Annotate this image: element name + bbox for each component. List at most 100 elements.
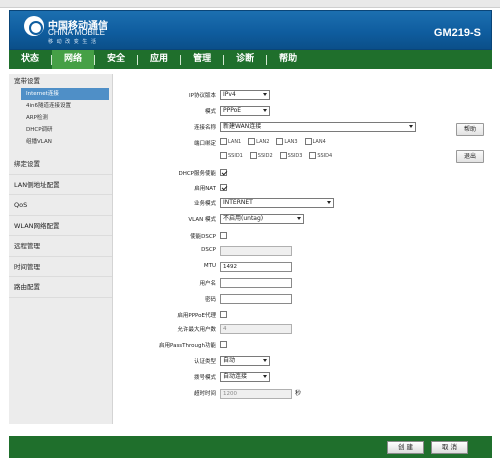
port-ssid4-checkbox[interactable] [309, 152, 317, 159]
auth-type-select[interactable]: 自动 [220, 356, 270, 366]
create-button[interactable]: 创 建 [387, 441, 424, 454]
nav-application[interactable]: 应用 [138, 50, 180, 69]
sidebar-item-4in6-tunnel[interactable]: 4in6隧道连接设置 [9, 100, 112, 112]
sidebar-item-multicast-vlan[interactable]: 组播VLAN [9, 136, 112, 148]
nav-diagnosis[interactable]: 诊断 [224, 50, 266, 69]
port-ssid3-option[interactable]: SSID3 [279, 152, 302, 159]
passthrough-checkbox[interactable] [220, 341, 227, 348]
chevron-down-icon [263, 109, 267, 112]
password-input[interactable] [220, 294, 292, 304]
sidebar-item-internet-connection[interactable]: Internet连接 [21, 88, 109, 100]
footer-bar: 创 建 取 消 [9, 436, 492, 458]
row-dial-mode: 拨号模式 自动连接 [120, 372, 492, 383]
sidebar-group-broadband[interactable]: 宽带设置 [9, 74, 112, 88]
passthrough-label: 启用PassThrough功能 [159, 343, 216, 349]
brand-name-en: CHINA MOBILE [48, 28, 105, 37]
dhcp-service-label: DHCP服务使能 [178, 171, 216, 177]
dhcp-service-checkbox[interactable] [220, 169, 227, 176]
dial-mode-select[interactable]: 自动连接 [220, 372, 270, 382]
logout-button[interactable]: 退出 [456, 150, 484, 163]
auth-type-label: 认证类型 [193, 359, 216, 365]
pppoe-proxy-checkbox[interactable] [220, 311, 227, 318]
chevron-down-icon [297, 217, 301, 220]
port-lan2-option[interactable]: LAN2 [248, 138, 269, 145]
port-binding-label: 端口绑定 [193, 141, 216, 147]
nav-security[interactable]: 安全 [95, 50, 137, 69]
sidebar-item-arp-detection[interactable]: ARP检测 [9, 112, 112, 124]
ip-version-value: IPv4 [223, 91, 236, 98]
row-dhcp-service: DHCP服务使能 [120, 168, 492, 179]
service-mode-select[interactable]: INTERNET [220, 198, 334, 208]
dial-mode-value: 自动连接 [223, 373, 248, 380]
row-dscp: DSCP [120, 246, 492, 257]
max-users-label: 允许最大用户数 [177, 327, 216, 333]
sidebar-group-time-management[interactable]: 时间管理 [9, 257, 112, 277]
row-auth-type: 认证类型 自动 [120, 356, 492, 367]
row-username: 用户名 [120, 278, 492, 289]
port-ssid4-label: SSID4 [317, 153, 333, 159]
port-lan4-label: LAN4 [312, 139, 326, 145]
username-input[interactable] [220, 278, 292, 288]
service-mode-label: 业务模式 [193, 201, 216, 207]
nav-management[interactable]: 管理 [181, 50, 223, 69]
vlan-mode-select[interactable]: 不启用(untag) [220, 214, 304, 224]
ip-version-select[interactable]: IPv4 [220, 90, 270, 100]
port-ssid3-checkbox[interactable] [279, 152, 287, 159]
port-lan4-checkbox[interactable] [304, 138, 312, 145]
port-ssid2-option[interactable]: SSID2 [249, 152, 273, 159]
sidebar-group-lan-address[interactable]: LAN侧地址配置 [9, 175, 112, 195]
enable-nat-checkbox[interactable] [220, 184, 227, 191]
sidebar-group-remote-management[interactable]: 远程管理 [9, 236, 112, 257]
port-ssid1-checkbox[interactable] [220, 152, 227, 159]
row-ip-version: IP协议版本 IPv4 [120, 90, 492, 101]
vlan-mode-value: 不启用(untag) [223, 215, 264, 222]
nav-help[interactable]: 帮助 [267, 50, 309, 69]
auth-type-value: 自动 [223, 357, 236, 364]
service-mode-value: INTERNET [223, 199, 253, 206]
password-label: 密码 [204, 297, 216, 303]
help-button[interactable]: 帮助 [456, 123, 484, 136]
nav-status[interactable]: 状态 [9, 50, 51, 69]
sidebar-group-qos[interactable]: QoS [9, 195, 112, 216]
dscp-input[interactable] [220, 246, 292, 256]
row-pppoe-proxy: 启用PPPoE代理 [120, 310, 492, 321]
mode-label: 模式 [204, 109, 216, 115]
port-lan1-checkbox[interactable] [220, 138, 227, 145]
enable-dscp-checkbox[interactable] [220, 232, 227, 239]
row-enable-dscp: 使能DSCP [120, 231, 492, 242]
port-ssid2-label: SSID2 [257, 153, 273, 159]
max-users-input[interactable]: 4 [220, 324, 292, 334]
mtu-input[interactable]: 1492 [220, 262, 292, 272]
cancel-button[interactable]: 取 消 [431, 441, 468, 454]
port-lan1-option[interactable]: LAN1 [220, 138, 241, 145]
mode-select[interactable]: PPPoE [220, 106, 270, 116]
header-banner: 中国移动通信 CHINA MOBILE 移 动 改 变 生 活 GM219-S [9, 10, 492, 50]
sidebar-group-wlan[interactable]: WLAN网络配置 [9, 216, 112, 236]
port-lan2-checkbox[interactable] [248, 138, 256, 145]
port-lan3-option[interactable]: LAN3 [276, 138, 298, 145]
row-mode: 模式 PPPoE [120, 106, 492, 117]
connection-name-select[interactable]: 新建WAN连接 [220, 122, 416, 132]
sidebar-group-binding[interactable]: 绑定设置 [9, 154, 112, 175]
china-mobile-logo-icon [24, 16, 44, 36]
timeout-input[interactable]: 1200 [220, 389, 292, 399]
main-nav: 状态 网络 安全 应用 管理 诊断 帮助 [9, 50, 492, 69]
port-lan4-option[interactable]: LAN4 [304, 138, 326, 145]
brand-slogan: 移 动 改 变 生 活 [48, 39, 97, 45]
mtu-label: MTU [203, 263, 216, 269]
port-ssid1-option[interactable]: SSID1 [220, 152, 243, 159]
dscp-label: DSCP [201, 247, 216, 253]
enable-dscp-label: 使能DSCP [190, 234, 216, 240]
sidebar-item-dhcp[interactable]: DHCP调研 [9, 124, 112, 136]
port-lan2-label: LAN2 [256, 139, 270, 145]
port-lan1-label: LAN1 [228, 139, 242, 145]
row-max-users: 允许最大用户数 4 [120, 324, 492, 335]
chevron-down-icon [263, 93, 267, 96]
port-lan3-checkbox[interactable] [276, 138, 284, 145]
sidebar-group-routing[interactable]: 路由配置 [9, 277, 112, 298]
timeout-unit: 秒 [295, 390, 302, 397]
nav-network[interactable]: 网络 [52, 50, 95, 69]
port-ssid4-option[interactable]: SSID4 [309, 152, 332, 159]
port-ssid2-checkbox[interactable] [249, 152, 257, 159]
vlan-mode-label: VLAN 模式 [188, 217, 216, 223]
